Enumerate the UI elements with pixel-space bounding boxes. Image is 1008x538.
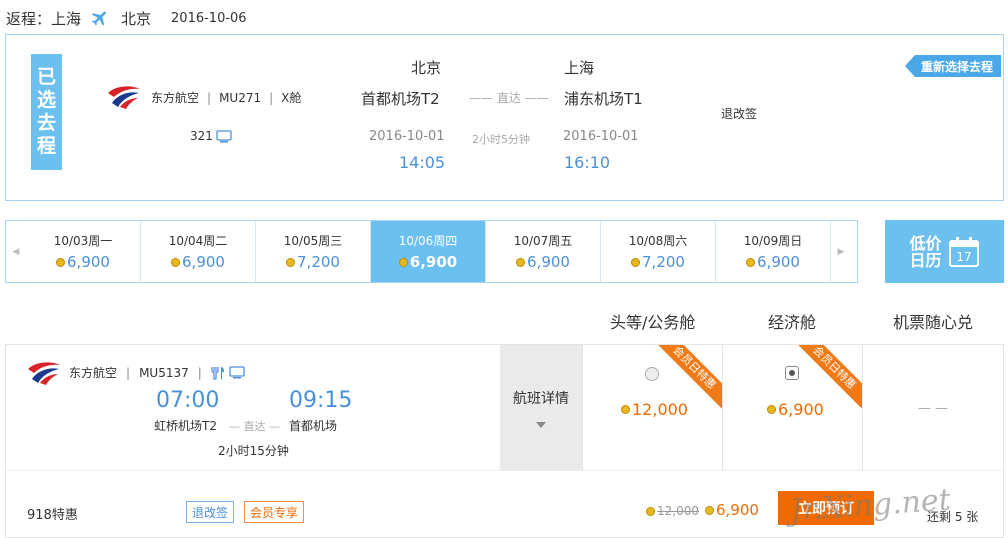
- flight-detail-button[interactable]: 航班详情: [500, 345, 582, 471]
- selected-outbound-panel: 已 选 去 程 东方航空 | MU271 | X舱 321 北京 首都机场T2 2016…: [5, 34, 1004, 201]
- coin-icon: [621, 405, 630, 414]
- selected-plane-type[interactable]: 321: [190, 129, 232, 143]
- return-label: 返程：上海: [6, 9, 82, 28]
- selected-airline-info: 东方航空 | MU271 | X舱: [151, 91, 302, 105]
- date-selector: ◀ 10/03周一 6,900 10/04周二 6,900 10/05周三 7,…: [5, 220, 858, 283]
- selected-arr-city: 上海: [564, 59, 595, 77]
- date-option[interactable]: 10/07周五 6,900: [486, 221, 601, 282]
- date-option[interactable]: 10/05周三 7,200: [256, 221, 371, 282]
- flight-duration: 2小时15分钟: [218, 444, 289, 458]
- flex-ticket-cell: — —: [862, 345, 1003, 471]
- flight-arr-airport: 首都机场: [289, 419, 338, 433]
- first-class-cell[interactable]: 12,000 会员日特惠: [582, 345, 722, 471]
- return-route-header: 返程：上海 北京 2016-10-06: [6, 8, 247, 28]
- selected-outbound-tag: 已 选 去 程: [31, 54, 62, 170]
- economy-cell[interactable]: 6,900 会员日特惠: [722, 345, 862, 471]
- reselect-outbound-button[interactable]: 重新选择去程: [904, 55, 1001, 77]
- prev-dates-arrow-icon[interactable]: ◀: [6, 221, 26, 282]
- date-option[interactable]: 10/09周日 6,900: [716, 221, 831, 282]
- flight-direct: — 直达 —: [229, 420, 280, 433]
- economy-price: 6,900: [767, 400, 824, 419]
- coin-icon: [767, 405, 776, 414]
- date-option[interactable]: 10/08周六 7,200: [601, 221, 716, 282]
- calendar-icon: 17: [948, 236, 979, 267]
- selected-airline: 东方航空: [151, 91, 200, 105]
- flight-arr-time: 09:15: [289, 388, 353, 413]
- remaining-seats: 还剩 5 张: [927, 510, 979, 524]
- date-option[interactable]: 10/03周一 6,900: [26, 221, 141, 282]
- coin-icon: [746, 257, 756, 267]
- column-first-class: 头等/公务舱: [610, 313, 696, 332]
- return-date: 2016-10-06: [171, 10, 247, 26]
- flight-dep-time: 07:00: [156, 388, 220, 413]
- selected-flight-no: MU271: [219, 91, 262, 105]
- selected-dep-city: 北京: [411, 59, 442, 77]
- selected-arr-time: 16:10: [564, 153, 611, 172]
- coin-icon: [631, 257, 641, 267]
- flight-row: 东方航空 | MU5137 | 07:00 虹桥机场T2 — 直达 — 09:15 首…: [5, 344, 1004, 471]
- coin-icon: [56, 257, 66, 267]
- flight-airline-info: 东方航空 | MU5137 |: [69, 364, 245, 381]
- selected-refund-link[interactable]: 退改签: [721, 105, 757, 122]
- next-dates-arrow-icon[interactable]: ▶: [831, 221, 851, 282]
- selected-direct: —— 直达 ——: [469, 91, 549, 105]
- meal-icon: [211, 366, 224, 380]
- original-price: 12,000: [646, 504, 699, 518]
- selected-cabin: X舱: [281, 91, 302, 105]
- date-option[interactable]: 10/04周二 6,900: [141, 221, 256, 282]
- book-now-button[interactable]: 立即预订: [778, 491, 874, 525]
- low-price-calendar-button[interactable]: 低价 日历 17: [885, 220, 1004, 283]
- coin-icon: [398, 257, 408, 267]
- member-exclusive-tag: 会员专享: [244, 501, 305, 523]
- first-class-price: 12,000: [621, 400, 688, 419]
- coin-icon: [646, 506, 655, 516]
- column-flex-ticket: 机票随心兑: [893, 313, 974, 332]
- chevron-down-icon: [536, 422, 546, 428]
- fare-offer-row: 918特惠 退改签 会员专享 12,000 6,900 立即预订 还剩 5 张: [5, 470, 1004, 538]
- selected-dep-time: 14:05: [399, 153, 446, 172]
- svg-text:17: 17: [956, 250, 971, 264]
- offer-price: 6,900: [705, 501, 759, 519]
- flight-airline: 东方航空: [69, 366, 118, 380]
- selected-duration: 2小时5分钟: [472, 133, 530, 146]
- china-eastern-logo-icon: [108, 86, 140, 109]
- selected-arr-date: 2016-10-01: [563, 129, 639, 144]
- column-economy: 经济舱: [768, 313, 817, 332]
- return-destination: 北京: [121, 9, 152, 28]
- date-option-selected[interactable]: 10/06周四 6,900: [371, 221, 486, 282]
- coin-icon: [171, 257, 181, 267]
- airplane-icon: [91, 11, 106, 26]
- screen-icon: [229, 366, 245, 379]
- first-class-radio[interactable]: [645, 367, 659, 381]
- china-eastern-logo-icon: [28, 362, 60, 385]
- selected-arr-airport: 浦东机场T1: [564, 90, 643, 108]
- flight-no: MU5137: [139, 365, 189, 380]
- selected-dep-date: 2016-10-01: [369, 129, 445, 144]
- selected-dep-airport: 首都机场T2: [361, 90, 440, 108]
- economy-radio[interactable]: [785, 366, 799, 380]
- coin-icon: [516, 257, 526, 267]
- coin-icon: [286, 257, 296, 267]
- offer-name: 918特惠: [27, 508, 78, 523]
- refund-rules-tag[interactable]: 退改签: [186, 501, 235, 523]
- coin-icon: [705, 505, 714, 515]
- flight-dep-airport: 虹桥机场T2: [154, 419, 217, 433]
- screen-icon: [216, 129, 232, 142]
